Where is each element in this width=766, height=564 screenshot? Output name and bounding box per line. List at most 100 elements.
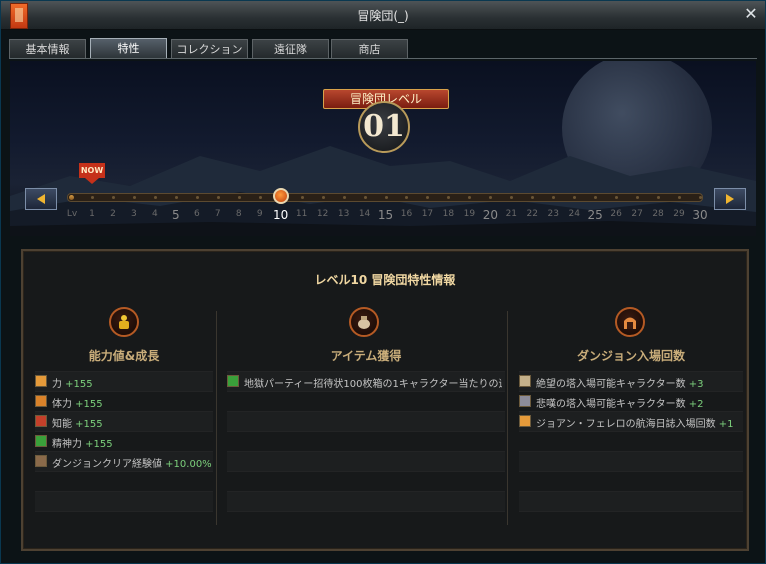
tab-collection[interactable]: コレクション [171,39,248,58]
track-dot [510,196,514,199]
level-tick-6[interactable]: 6 [194,209,200,219]
level-tick-1[interactable]: 1 [89,209,95,219]
title-bar[interactable]: 冒険団(_) ✕ [1,1,765,30]
level-tick-24[interactable]: 24 [568,209,579,219]
track-dot [636,196,640,199]
trait-name: 地獄パーティー招待状100枚箱の1キャラクター当たりの追加 [244,379,502,390]
column-divider [216,311,217,525]
trait-text: ジョアン・フェレロの航海日誌入場回数 +1 [536,415,734,430]
sorrow-tower-icon [519,395,531,407]
level-tick-11[interactable]: 11 [296,209,307,219]
tab-traits[interactable]: 特性 [90,38,167,59]
trait-row [227,451,505,471]
track-dot [300,196,304,199]
tab-expedition[interactable]: 遠征隊 [252,39,329,58]
level-tick-21[interactable]: 21 [506,209,517,219]
trait-text: 体力 +155 [52,395,103,410]
close-button[interactable]: ✕ [743,6,759,22]
track-dot [174,196,178,199]
trait-row: 悲嘆の塔入場可能キャラクター数 +2 [519,391,743,411]
items-heading: アイテム獲得 [330,349,402,363]
trait-row: 知能 +155 [35,411,213,431]
tab-shop[interactable]: 商店 [331,39,408,58]
stats-column: 能力値&成長 力 +155 体力 +155 知能 +155 精神力 +155 ダンジョン… [35,307,213,525]
next-level-button[interactable] [714,188,746,210]
level-tick-4[interactable]: 4 [152,209,158,219]
now-indicator: NOW [79,163,105,185]
trait-row [519,431,743,451]
trait-row: 体力 +155 [35,391,213,411]
guild-level-value: 01 [358,101,410,153]
level-tick-9[interactable]: 9 [257,209,263,219]
arrow-right-icon [726,194,734,204]
track-dot [195,196,199,199]
level-tick-27[interactable]: 27 [631,209,642,219]
level-tick-2[interactable]: 2 [110,209,116,219]
track-dot [573,196,577,199]
level-tick-23[interactable]: 23 [548,209,559,219]
level-tick-17[interactable]: 17 [422,209,433,219]
level-tick-13[interactable]: 13 [338,209,349,219]
track-dot [111,196,115,199]
trait-row [227,491,505,511]
level-tick-5[interactable]: 5 [172,208,180,222]
track-dot [132,196,136,199]
strength-icon [35,375,47,387]
level-tick-20[interactable]: 20 [483,208,498,222]
trait-row [35,511,213,531]
trait-value: +155 [62,379,93,390]
arrow-left-icon [37,194,45,204]
track-dot [447,196,451,199]
level-tick-10[interactable]: 10 [273,208,288,222]
trait-row: 精神力 +155 [35,431,213,451]
trait-name: 絶望の塔入場可能キャラクター数 [536,379,686,390]
column-divider [507,311,508,525]
level-tick-29[interactable]: 29 [673,209,684,219]
level-tick-26[interactable]: 26 [610,209,621,219]
level-tick-19[interactable]: 19 [464,209,475,219]
prev-level-button[interactable] [25,188,57,210]
trait-name: ダンジョンクリア経験値 [52,459,162,470]
close-icon: ✕ [744,4,758,23]
track-dot [699,196,702,199]
trait-row [227,391,505,411]
trait-name: 体力 [52,399,72,410]
track-dot [426,196,430,199]
dungeon-exp-icon [35,455,47,467]
items-column: アイテム獲得 地獄パーティー招待状100枚箱の1キャラクター当たりの追加 [227,307,505,525]
trait-row [227,471,505,491]
level-prefix: Lv [66,209,78,219]
track-dot [594,196,598,199]
trait-text: 悲嘆の塔入場可能キャラクター数 +2 [536,395,704,410]
intelligence-icon [35,415,47,427]
level-tick-30[interactable]: 30 [692,208,707,222]
track-dot [363,196,367,199]
trait-name: 知能 [52,419,72,430]
level-tick-25[interactable]: 25 [588,208,603,222]
level-tick-15[interactable]: 15 [378,208,393,222]
level-tick-3[interactable]: 3 [131,209,137,219]
level-tick-16[interactable]: 16 [401,209,412,219]
trait-row: ダンジョンクリア経験値 +10.00% [35,451,213,471]
spirit-icon [35,435,47,447]
trait-row [227,431,505,451]
level-tick-18[interactable]: 18 [443,209,454,219]
selected-level-marker[interactable] [272,188,289,204]
trait-row [519,511,743,531]
tab-basic-info[interactable]: 基本情報 [9,39,86,58]
level-tick-22[interactable]: 22 [527,209,538,219]
level-tick-8[interactable]: 8 [236,209,242,219]
level-tick-12[interactable]: 12 [317,209,328,219]
level-track[interactable] [67,193,703,202]
guild-window: 冒険団(_) ✕ 基本情報 特性 コレクション 遠征隊 商店 冒険団レベル 01… [0,0,766,564]
track-dot [657,196,661,199]
track-dot [237,196,241,199]
dungeon-heading: ダンジョン入場回数 [576,349,685,363]
level-tick-7[interactable]: 7 [215,209,221,219]
track-dot [468,196,472,199]
track-dot [342,196,346,199]
level-tick-28[interactable]: 28 [652,209,663,219]
track-dot [321,196,325,199]
track-dot [384,196,388,199]
level-tick-14[interactable]: 14 [359,209,370,219]
